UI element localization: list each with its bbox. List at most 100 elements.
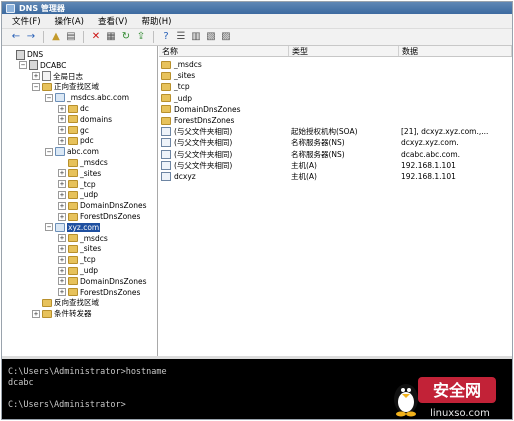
new-zone-icon[interactable]: ▧ (205, 31, 217, 43)
tree-node-label: _msdcs.abc.com (67, 93, 130, 103)
zone-icon (55, 147, 65, 157)
tree-node[interactable]: + DomainDnsZones (58, 200, 147, 211)
new-record-icon[interactable]: ▥ (190, 31, 202, 43)
list-row[interactable]: _sites (159, 70, 512, 81)
menu-file[interactable]: 文件(F) (12, 15, 41, 27)
tree-node[interactable]: + _udp (58, 265, 98, 276)
expand-icon[interactable]: + (32, 72, 40, 81)
tree-node[interactable]: + 条件转发器 (32, 308, 92, 319)
forward-icon[interactable]: → (25, 31, 37, 43)
filter-icon[interactable]: ▨ (220, 31, 232, 43)
list-row[interactable]: ForestDnsZones (159, 115, 512, 126)
collapse-icon[interactable]: − (45, 147, 53, 156)
collapse-icon[interactable]: − (32, 82, 40, 91)
tree-node[interactable]: + pdc (58, 135, 94, 146)
menu-view[interactable]: 查看(V) (98, 15, 127, 27)
list-row[interactable]: _msdcs (159, 59, 512, 70)
expand-icon[interactable]: + (58, 212, 66, 221)
menu-action[interactable]: 操作(A) (55, 15, 84, 27)
tree-node[interactable]: _msdcs (58, 157, 108, 168)
tree-node-label: ForestDnsZones (80, 287, 141, 297)
tree-node[interactable]: 反向查找区域 (32, 297, 99, 308)
tree-node-label: _msdcs (80, 158, 108, 167)
tree-node[interactable]: + DomainDnsZones (58, 276, 147, 287)
tree-node[interactable]: − DCABC (19, 60, 66, 71)
tree-node[interactable]: + _udp (58, 189, 98, 200)
expand-icon[interactable]: + (58, 234, 66, 243)
column-name-header[interactable]: 名称 (159, 46, 289, 56)
export-icon[interactable]: ⇪ (135, 31, 147, 43)
cell-name: (与父文件夹相同) (159, 126, 289, 137)
expand-icon[interactable]: + (58, 180, 66, 189)
expand-icon[interactable]: + (58, 190, 66, 199)
tree-node[interactable]: − abc.com (45, 146, 99, 157)
tree-node[interactable]: + _sites (58, 243, 101, 254)
column-type-header[interactable]: 类型 (289, 46, 399, 56)
expand-icon[interactable]: + (58, 169, 66, 178)
list-row[interactable]: dcxyz 主机(A) 192.168.1.101 (159, 171, 512, 182)
list-row[interactable]: (与父文件夹相同) 名称服务器(NS) dcabc.abc.com. (159, 149, 512, 160)
help-icon[interactable]: ? (160, 31, 172, 43)
expand-icon[interactable]: + (58, 288, 66, 297)
collapse-icon[interactable]: − (19, 61, 27, 70)
collapse-icon[interactable]: − (45, 93, 53, 102)
expand-icon[interactable]: + (58, 266, 66, 275)
console-prompt[interactable]: C:\Users\Administrator> (8, 400, 126, 410)
back-icon[interactable]: ← (10, 31, 22, 43)
list-icon[interactable]: ☰ (175, 31, 187, 43)
list-row[interactable]: _tcp (159, 81, 512, 92)
expand-icon[interactable]: + (58, 126, 66, 135)
menu-help[interactable]: 帮助(H) (141, 15, 171, 27)
folder-icon (42, 298, 52, 307)
expand-icon[interactable]: + (58, 244, 66, 253)
tree-node[interactable]: + domains (58, 114, 112, 125)
list-row[interactable]: _udp (159, 93, 512, 104)
refresh-icon[interactable]: ↻ (120, 31, 132, 43)
delete-icon[interactable]: ✕ (90, 31, 102, 43)
tree-node-label: _udp (80, 266, 99, 275)
watermark-title: 安全网 (433, 381, 481, 400)
expand-icon[interactable]: + (58, 255, 66, 264)
tree-node[interactable]: − _msdcs.abc.com (45, 92, 129, 103)
tree-node[interactable]: + 全局日志 (32, 71, 83, 82)
folder-icon (161, 82, 171, 91)
collapse-icon[interactable]: − (45, 223, 53, 232)
toolbar-separator (153, 31, 154, 43)
menu-bar: 文件(F) 操作(A) 查看(V) 帮助(H) (2, 14, 512, 29)
column-data-header[interactable]: 数据 (399, 46, 512, 56)
folder-icon (161, 116, 171, 125)
tree-node-label: DNS (27, 50, 44, 59)
tree-node[interactable]: − 正向查找区域 (32, 81, 99, 92)
cell-name: (与父文件夹相同) (159, 149, 289, 160)
properties-icon[interactable]: ▦ (105, 31, 117, 43)
tree-node[interactable]: + ForestDnsZones (58, 211, 140, 222)
tree-node[interactable]: + _tcp (58, 254, 96, 265)
tree-node-label: xyz.com (67, 222, 101, 232)
list-row[interactable]: (与父文件夹相同) 起始授权机构(SOA) [21], dcxyz.xyz.com.… (159, 126, 512, 137)
expand-icon[interactable]: + (32, 309, 40, 318)
linuxso-watermark: 安全网 linuxso.com (394, 377, 496, 419)
console-tree-icon[interactable]: ▤ (65, 31, 77, 43)
tree-node[interactable]: + _sites (58, 168, 101, 179)
tree-node[interactable]: − xyz.com (45, 222, 101, 233)
zone-icon (55, 93, 65, 103)
tree-node[interactable]: + _msdcs (58, 233, 108, 244)
folder-icon (42, 309, 52, 318)
tree-node[interactable]: + gc (58, 125, 89, 136)
expand-icon[interactable]: + (58, 115, 66, 124)
record-icon (161, 160, 171, 170)
expand-icon[interactable]: + (58, 136, 66, 145)
tree-node[interactable]: + ForestDnsZones (58, 287, 140, 298)
expand-icon[interactable]: + (58, 277, 66, 286)
up-folder-icon[interactable]: ▲ (50, 31, 62, 43)
expand-icon[interactable]: + (58, 201, 66, 210)
tree-node[interactable]: + dc (58, 103, 89, 114)
dns-app-icon (6, 3, 15, 13)
tree-node[interactable]: + _tcp (58, 179, 96, 190)
expand-icon[interactable]: + (58, 104, 66, 113)
list-row[interactable]: (与父文件夹相同) 名称服务器(NS) dcxyz.xyz.com. (159, 137, 512, 148)
list-row[interactable]: (与父文件夹相同) 主机(A) 192.168.1.101 (159, 160, 512, 171)
list-row[interactable]: DomainDnsZones (159, 104, 512, 115)
cell-name: (与父文件夹相同) (159, 137, 289, 148)
tree-node[interactable]: DNS (6, 49, 43, 60)
